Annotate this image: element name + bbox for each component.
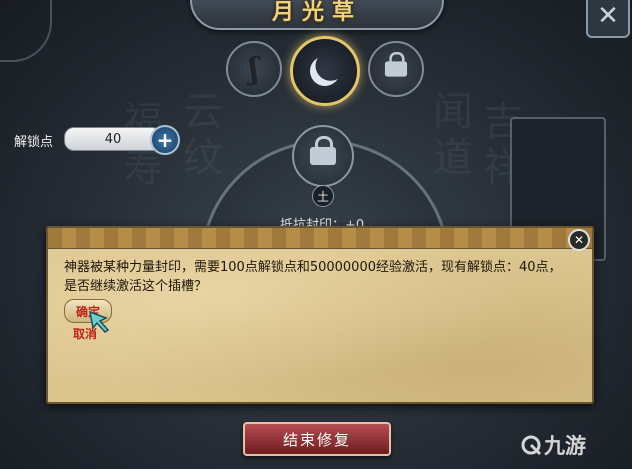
- end-repair-button[interactable]: 结束修复: [243, 422, 391, 456]
- close-window-button[interactable]: ✕: [586, 0, 630, 38]
- close-icon: ✕: [597, 1, 619, 31]
- hook-icon: ʃ: [249, 51, 259, 87]
- lock-icon: [310, 136, 336, 165]
- confirm-dialog: [46, 226, 594, 404]
- dialog-header: [48, 228, 592, 249]
- nine-game-logo-icon: [521, 435, 542, 456]
- tab-hook[interactable]: ʃ: [226, 41, 282, 97]
- dialog-close-button[interactable]: ✕: [568, 229, 590, 251]
- dialog-message: 神器被某种力量封印，需要100点解锁点和50000000经验激活，现有解锁点：4…: [64, 260, 562, 294]
- plus-icon: +: [156, 128, 174, 152]
- unlock-points-label: 解锁点: [14, 135, 54, 150]
- page-title: 月光草: [271, 0, 362, 25]
- unlock-points-field: 40: [64, 127, 162, 151]
- pointer-cursor-icon: [89, 310, 110, 333]
- slot-lock[interactable]: [292, 125, 354, 187]
- tab-lock[interactable]: [368, 41, 424, 97]
- title-banner: 月光草: [190, 0, 444, 30]
- unlock-points-value: 40: [104, 131, 122, 147]
- add-unlock-points-button[interactable]: +: [150, 125, 180, 155]
- moon-icon: [306, 52, 344, 90]
- close-icon: ✕: [573, 233, 585, 247]
- earth-element-badge: 土: [312, 185, 334, 207]
- tab-moon[interactable]: [290, 36, 360, 106]
- corner-ornament: [0, 0, 52, 62]
- watermark-logo: 九游: [520, 430, 586, 460]
- lock-icon: [384, 51, 408, 77]
